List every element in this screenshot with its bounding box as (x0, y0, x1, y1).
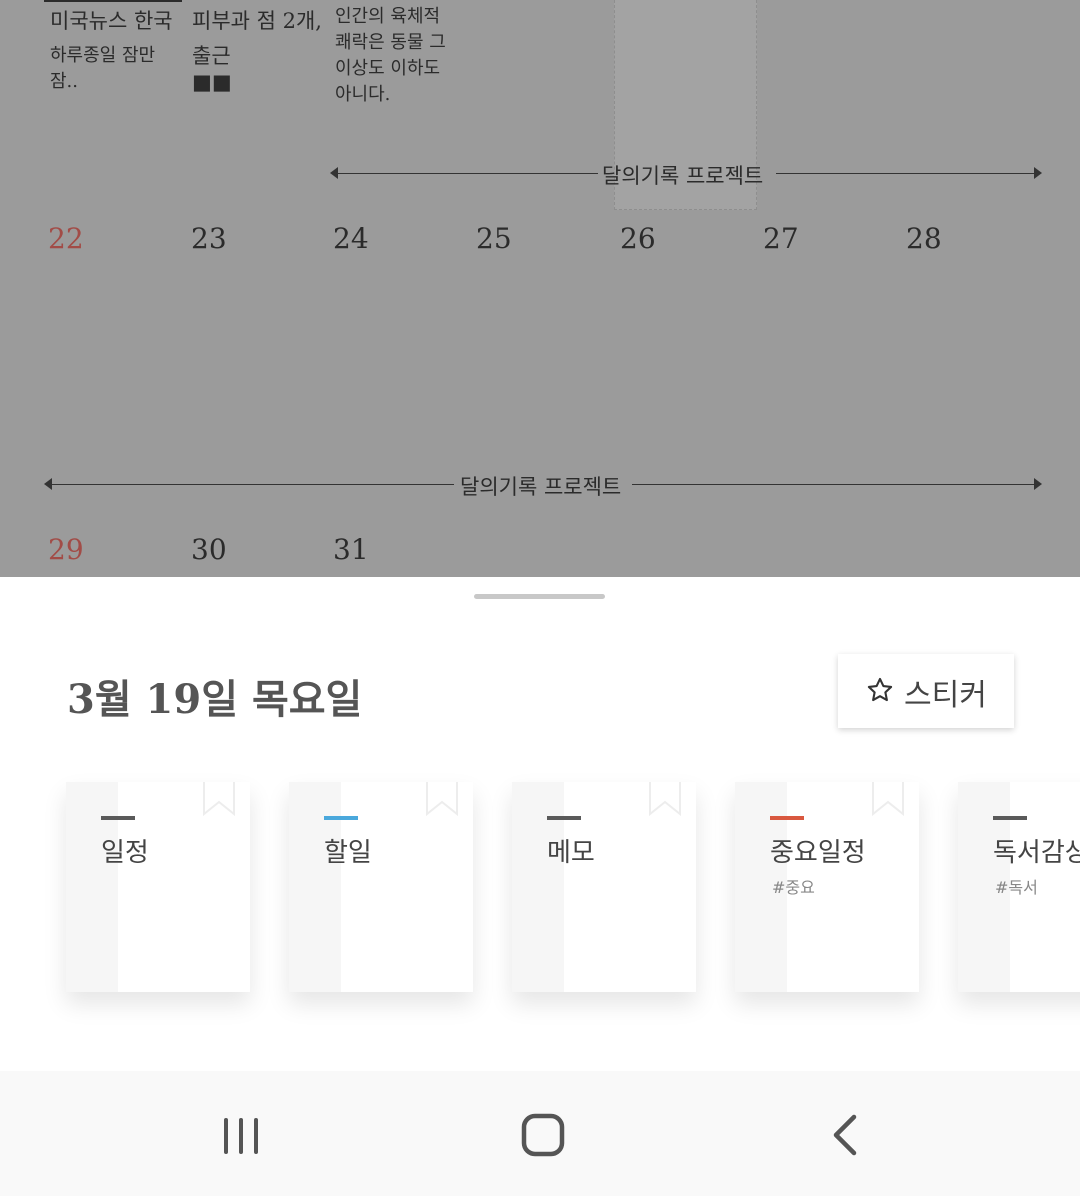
category-card-important[interactable]: 중요일정 #중요 (735, 782, 919, 992)
category-card-memo[interactable]: 메모 (512, 782, 696, 992)
arrow-right-icon (1034, 167, 1042, 179)
category-card-schedule[interactable]: 일정 (66, 782, 250, 992)
card-tag: #독서 (995, 878, 1038, 897)
star-icon (867, 677, 893, 702)
recent-apps-icon[interactable] (216, 1111, 266, 1161)
card-color-bar (770, 816, 804, 820)
day-number[interactable]: 29 (48, 533, 84, 566)
card-color-bar (993, 816, 1027, 820)
sheet-date-title: 3월 19일 목요일 (67, 676, 363, 723)
category-card-reading[interactable]: 독서감상 #독서 (958, 782, 1080, 992)
system-nav-bar (0, 1071, 1080, 1196)
bookmark-icon (203, 782, 235, 816)
event-text[interactable]: 인간의 육체적 쾌락은 동물 그 이상도 이하도 아니다. (335, 4, 455, 108)
project-label: 달의기록 프로젝트 (602, 164, 764, 188)
card-spine (289, 782, 341, 992)
day-number[interactable]: 26 (620, 222, 656, 255)
day-number[interactable]: 25 (476, 222, 512, 255)
event-title[interactable]: 미국뉴스 한국 (50, 5, 173, 35)
project-label: 달의기록 프로젝트 (460, 475, 622, 499)
event-title[interactable]: 피부과 점 2개, (192, 5, 322, 35)
arrow-right-icon (1034, 478, 1042, 490)
card-name: 할일 (324, 838, 372, 868)
drag-handle[interactable] (474, 594, 605, 599)
day-number[interactable]: 31 (333, 533, 369, 566)
span-line (50, 484, 454, 485)
card-name: 일정 (101, 838, 149, 868)
bottom-sheet: 3월 19일 목요일 스티커 일정 할일 메모 중요일정 #중요 독서감상 #독… (0, 577, 1080, 1071)
card-name: 중요일정 (770, 838, 866, 868)
project-span-bar[interactable]: 달의기록 프로젝트 (44, 473, 1042, 499)
card-color-bar (101, 816, 135, 820)
card-tag: #중요 (772, 878, 815, 897)
event-note: 출근 ■■ (192, 44, 232, 94)
span-line (336, 173, 598, 174)
sticker-label: 스티커 (904, 678, 987, 713)
home-icon[interactable] (518, 1111, 568, 1161)
card-color-bar (324, 816, 358, 820)
day-number[interactable]: 22 (48, 222, 84, 255)
day-number[interactable]: 30 (191, 533, 227, 566)
day-number[interactable]: 24 (333, 222, 369, 255)
sticker-button[interactable]: 스티커 (838, 654, 1014, 728)
card-color-bar (547, 816, 581, 820)
calendar-backdrop[interactable]: 미국뉴스 한국 하루종일 잠만 잠.. 피부과 점 2개, 출근 ■■ 인간의 … (0, 0, 1080, 577)
card-name: 메모 (547, 838, 595, 868)
day-number[interactable]: 23 (191, 222, 227, 255)
category-card-todo[interactable]: 할일 (289, 782, 473, 992)
day-number[interactable]: 28 (906, 222, 942, 255)
event-underline (44, 0, 182, 2)
span-line (776, 173, 1034, 174)
event-note: 하루종일 잠만 잠.. (50, 45, 156, 92)
bookmark-icon (872, 782, 904, 816)
back-icon[interactable] (820, 1111, 870, 1161)
project-span-bar[interactable]: 달의기록 프로젝트 (330, 162, 1042, 188)
bookmark-icon (426, 782, 458, 816)
card-spine (512, 782, 564, 992)
card-spine (66, 782, 118, 992)
span-line (632, 484, 1034, 485)
card-name: 독서감상 (993, 838, 1080, 868)
day-number[interactable]: 27 (763, 222, 799, 255)
bookmark-icon (649, 782, 681, 816)
